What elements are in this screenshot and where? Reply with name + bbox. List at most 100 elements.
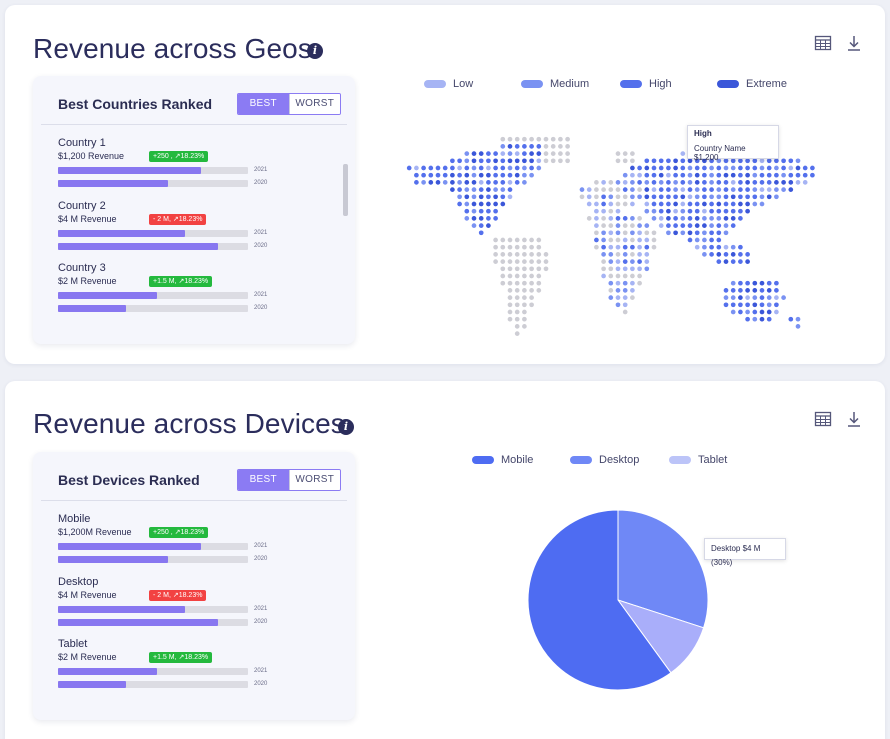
map-dot [536, 151, 542, 156]
map-dot [622, 259, 628, 264]
map-dot [630, 165, 635, 171]
map-dot [507, 288, 513, 293]
map-dot [608, 223, 614, 228]
map-dot [565, 144, 570, 149]
map-dot [752, 309, 758, 315]
map-dot [694, 187, 700, 192]
map-dot [464, 172, 470, 178]
legend-item-mobile[interactable]: Mobile [472, 453, 533, 467]
map-dot [644, 208, 650, 214]
map-dot [507, 151, 513, 156]
map-dot [644, 187, 650, 192]
best-toggle-button[interactable]: BEST [238, 470, 289, 490]
map-dot [723, 201, 729, 207]
download-icon[interactable] [845, 410, 863, 428]
map-dot [630, 223, 635, 228]
map-dot [738, 288, 743, 293]
map-dot [543, 266, 549, 272]
year-label: 2020 [254, 180, 268, 186]
map-dot [702, 252, 707, 257]
map-dot [766, 288, 772, 293]
panel-scrollbar[interactable] [343, 164, 348, 216]
map-dot [464, 194, 470, 200]
map-dot [745, 302, 750, 308]
map-dot [802, 172, 808, 178]
rank-item-revenue: $1,200M Revenue [58, 527, 132, 537]
map-dot [637, 194, 642, 200]
map-dot [723, 223, 729, 228]
map-dot [630, 158, 635, 164]
bar-2020 [58, 243, 248, 250]
map-dot [522, 302, 527, 308]
map-dot [457, 165, 462, 171]
map-dot [586, 216, 592, 221]
legend-item-high[interactable]: High [620, 77, 672, 91]
map-dot [514, 244, 520, 250]
map-dot [543, 158, 549, 164]
map-dot [673, 230, 678, 236]
map-dot [493, 187, 498, 192]
map-dot [738, 180, 743, 185]
best-toggle-button[interactable]: BEST [238, 94, 289, 114]
map-dot [514, 151, 520, 156]
map-dot [500, 165, 506, 171]
geo-section-title: Revenue across Geos [33, 33, 312, 64]
map-dot [709, 194, 714, 200]
map-dot [723, 295, 729, 300]
map-dot [716, 244, 722, 250]
map-dot [745, 180, 750, 185]
map-dot [615, 302, 621, 308]
map-dot [536, 165, 542, 171]
map-dot [507, 165, 513, 171]
map-dot [507, 136, 513, 142]
map-dot [608, 295, 614, 300]
map-dot [594, 201, 599, 207]
map-dot [615, 273, 621, 279]
map-dot [666, 194, 671, 200]
legend-label: Desktop [599, 454, 640, 466]
map-dot [644, 266, 650, 272]
worst-toggle-button[interactable]: WORST [288, 470, 340, 490]
map-dot [529, 136, 534, 142]
map-dot [745, 172, 750, 178]
table-icon[interactable] [814, 34, 832, 52]
map-dot [666, 158, 671, 164]
map-dot [752, 288, 758, 293]
bar-2020 [58, 180, 248, 187]
year-label: 2020 [254, 243, 268, 249]
map-dot [709, 165, 714, 171]
year-label: 2020 [254, 619, 268, 625]
info-icon[interactable]: i [307, 43, 323, 59]
bar-2021 [58, 543, 248, 550]
map-dot [493, 208, 498, 214]
worst-toggle-button[interactable]: WORST [288, 94, 340, 114]
legend-item-desktop[interactable]: Desktop [570, 453, 639, 467]
map-dot [608, 237, 614, 243]
legend-item-tablet[interactable]: Tablet [669, 453, 727, 467]
legend-item-low[interactable]: Low [424, 77, 473, 91]
table-icon[interactable] [814, 410, 832, 428]
map-dot [543, 259, 549, 264]
map-dot [716, 172, 722, 178]
legend-item-extreme[interactable]: Extreme [717, 77, 787, 91]
info-icon[interactable]: i [338, 419, 354, 435]
tooltip-title: High [694, 129, 712, 138]
map-dot [558, 136, 563, 142]
bar-2021 [58, 167, 248, 174]
download-icon[interactable] [845, 34, 863, 52]
map-dot [759, 302, 765, 308]
rank-item: Mobile $1,200M Revenue +250 , ↗18.23% 20… [58, 513, 273, 569]
map-dot [745, 252, 750, 257]
legend-item-medium[interactable]: Medium [521, 77, 589, 91]
map-dot [694, 172, 700, 178]
tooltip-text: Country Name $1,200 [694, 144, 746, 162]
year-label: 2020 [254, 556, 268, 562]
bar-fill [58, 681, 127, 688]
device-pie-chart[interactable] [518, 500, 718, 700]
map-dot [622, 288, 628, 293]
map-dot [500, 180, 506, 185]
map-dot [702, 223, 707, 228]
map-dot [507, 259, 513, 264]
map-dot [450, 172, 455, 178]
map-dot [608, 280, 614, 286]
